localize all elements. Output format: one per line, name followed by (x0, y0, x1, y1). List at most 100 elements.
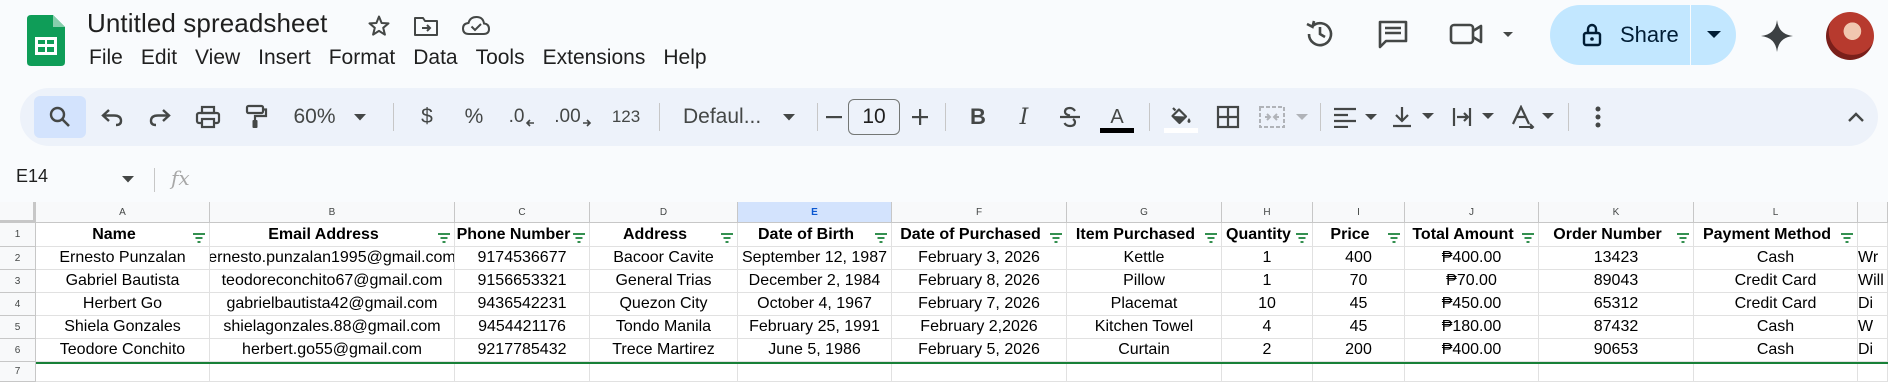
grid-cell[interactable]: Kitchen Towel (1067, 316, 1222, 339)
currency-format-button[interactable]: $ (409, 88, 445, 146)
grid-cell[interactable]: Quezon City (590, 293, 738, 316)
account-avatar[interactable] (1826, 12, 1874, 60)
grid-cell[interactable]: 87432 (1539, 316, 1694, 339)
share-button[interactable]: Share (1550, 5, 1736, 65)
filter-icon[interactable] (572, 230, 586, 243)
more-formats-button[interactable]: 123 (605, 88, 647, 146)
grid-cell[interactable]: Credit Card (1694, 270, 1858, 293)
font-family-select[interactable]: Defaul... (670, 88, 810, 146)
version-history-icon[interactable] (1300, 14, 1340, 54)
grid-cell[interactable]: ₱450.00 (1405, 293, 1539, 316)
grid-cell[interactable]: Tondo Manila (590, 316, 738, 339)
grid-cell[interactable]: gabrielbautista42@gmail.com (210, 293, 455, 316)
sheets-logo-icon[interactable] (27, 15, 65, 66)
header-cell[interactable]: Item Purchased (1067, 223, 1222, 247)
row-header-6[interactable]: 6 (0, 339, 36, 362)
meet-button[interactable] (1448, 14, 1518, 54)
grid-cell[interactable]: herbert.go55@gmail.com (210, 339, 455, 362)
column-header-b[interactable]: B (210, 202, 455, 223)
header-cell[interactable]: Phone Number (455, 223, 590, 247)
filter-icon[interactable] (1521, 230, 1535, 243)
row-header-5[interactable]: 5 (0, 316, 36, 339)
row-header-1[interactable]: 1 (0, 223, 36, 247)
row-header-4[interactable]: 4 (0, 293, 36, 316)
grid-cell[interactable]: December 2, 1984 (738, 270, 892, 293)
grid-cell[interactable]: September 12, 1987 (738, 247, 892, 270)
chevron-down-icon[interactable] (122, 170, 134, 188)
document-title[interactable]: Untitled spreadsheet (87, 8, 327, 39)
decrease-font-size-button[interactable] (822, 88, 846, 146)
grid-cell[interactable]: Shiela Gonzales (36, 316, 210, 339)
grid-cell[interactable]: Cash (1694, 316, 1858, 339)
increase-decimal-button[interactable]: .00 (550, 88, 596, 146)
header-cell[interactable]: Address (590, 223, 738, 247)
filter-icon[interactable] (720, 230, 734, 243)
row-header-7[interactable]: 7 (0, 362, 36, 382)
grid-cell[interactable]: Will (1858, 270, 1888, 293)
filter-icon[interactable] (1049, 230, 1063, 243)
filter-icon[interactable] (1295, 230, 1309, 243)
cloud-saved-icon[interactable] (462, 12, 490, 40)
column-header-i[interactable]: I (1313, 202, 1405, 223)
grid-cell[interactable]: Credit Card (1694, 293, 1858, 316)
grid-cell[interactable]: June 5, 1986 (738, 339, 892, 362)
filter-icon[interactable] (437, 230, 451, 243)
grid-cell[interactable]: Trece Martirez (590, 339, 738, 362)
grid-cell[interactable]: Cash (1694, 247, 1858, 270)
more-options-icon[interactable] (1580, 88, 1616, 146)
text-wrap-button[interactable] (1450, 88, 1500, 146)
grid-cell[interactable]: Di (1858, 339, 1888, 362)
name-box[interactable]: E14 (16, 166, 48, 187)
grid-cell[interactable]: Di (1858, 293, 1888, 316)
select-all-corner[interactable] (0, 202, 36, 223)
grid-cell[interactable]: shielagonzales.88@gmail.com (210, 316, 455, 339)
header-cell[interactable]: Total Amount (1405, 223, 1539, 247)
grid-cell[interactable] (1858, 223, 1888, 247)
grid-cell[interactable]: teodoreconchito67@gmail.com (210, 270, 455, 293)
filter-icon[interactable] (1840, 230, 1854, 243)
grid-cell[interactable]: Ernesto Punzalan (36, 247, 210, 270)
move-folder-icon[interactable] (412, 12, 440, 40)
grid-cell[interactable]: 70 (1313, 270, 1405, 293)
filter-icon[interactable] (874, 230, 888, 243)
vertical-align-button[interactable] (1390, 88, 1440, 146)
grid-cell[interactable]: 10 (1222, 293, 1313, 316)
filter-icon[interactable] (1204, 230, 1218, 243)
text-rotation-button[interactable] (1510, 88, 1560, 146)
grid-cell[interactable]: Herbert Go (36, 293, 210, 316)
grid-cell[interactable]: February 3, 2026 (892, 247, 1067, 270)
grid-cell[interactable] (455, 362, 590, 382)
grid-cell[interactable]: 1 (1222, 270, 1313, 293)
column-header-l[interactable]: L (1694, 202, 1858, 223)
grid-cell[interactable] (1539, 362, 1694, 382)
grid-cell[interactable]: 400 (1313, 247, 1405, 270)
column-header-j[interactable]: J (1405, 202, 1539, 223)
grid-cell[interactable]: 1 (1222, 247, 1313, 270)
grid-cell[interactable]: W (1858, 316, 1888, 339)
grid-cell[interactable] (1067, 362, 1222, 382)
column-header-k[interactable]: K (1539, 202, 1694, 223)
column-header-f[interactable]: F (892, 202, 1067, 223)
menu-edit[interactable]: Edit (132, 44, 186, 72)
column-header-e[interactable]: E (738, 202, 892, 223)
grid-cell[interactable]: 89043 (1539, 270, 1694, 293)
grid-cell[interactable] (36, 362, 210, 382)
grid-cell[interactable]: February 2,2026 (892, 316, 1067, 339)
grid-cell[interactable]: February 7, 2026 (892, 293, 1067, 316)
header-cell[interactable]: Date of Birth (738, 223, 892, 247)
grid-cell[interactable]: Placemat (1067, 293, 1222, 316)
filter-icon[interactable] (192, 230, 206, 243)
grid-cell[interactable]: 2 (1222, 339, 1313, 362)
font-size-input[interactable]: 10 (848, 99, 900, 135)
share-dropdown-button[interactable] (1691, 5, 1736, 65)
grid-cell[interactable]: ₱70.00 (1405, 270, 1539, 293)
print-icon[interactable] (190, 88, 226, 146)
grid-cell[interactable]: February 8, 2026 (892, 270, 1067, 293)
grid-cell[interactable]: 9436542231 (455, 293, 590, 316)
grid-cell[interactable]: ₱180.00 (1405, 316, 1539, 339)
grid-cell[interactable]: February 5, 2026 (892, 339, 1067, 362)
grid-cell[interactable] (1313, 362, 1405, 382)
grid-cell[interactable] (1694, 362, 1858, 382)
menu-help[interactable]: Help (654, 44, 715, 72)
bold-button[interactable]: B (960, 88, 996, 146)
